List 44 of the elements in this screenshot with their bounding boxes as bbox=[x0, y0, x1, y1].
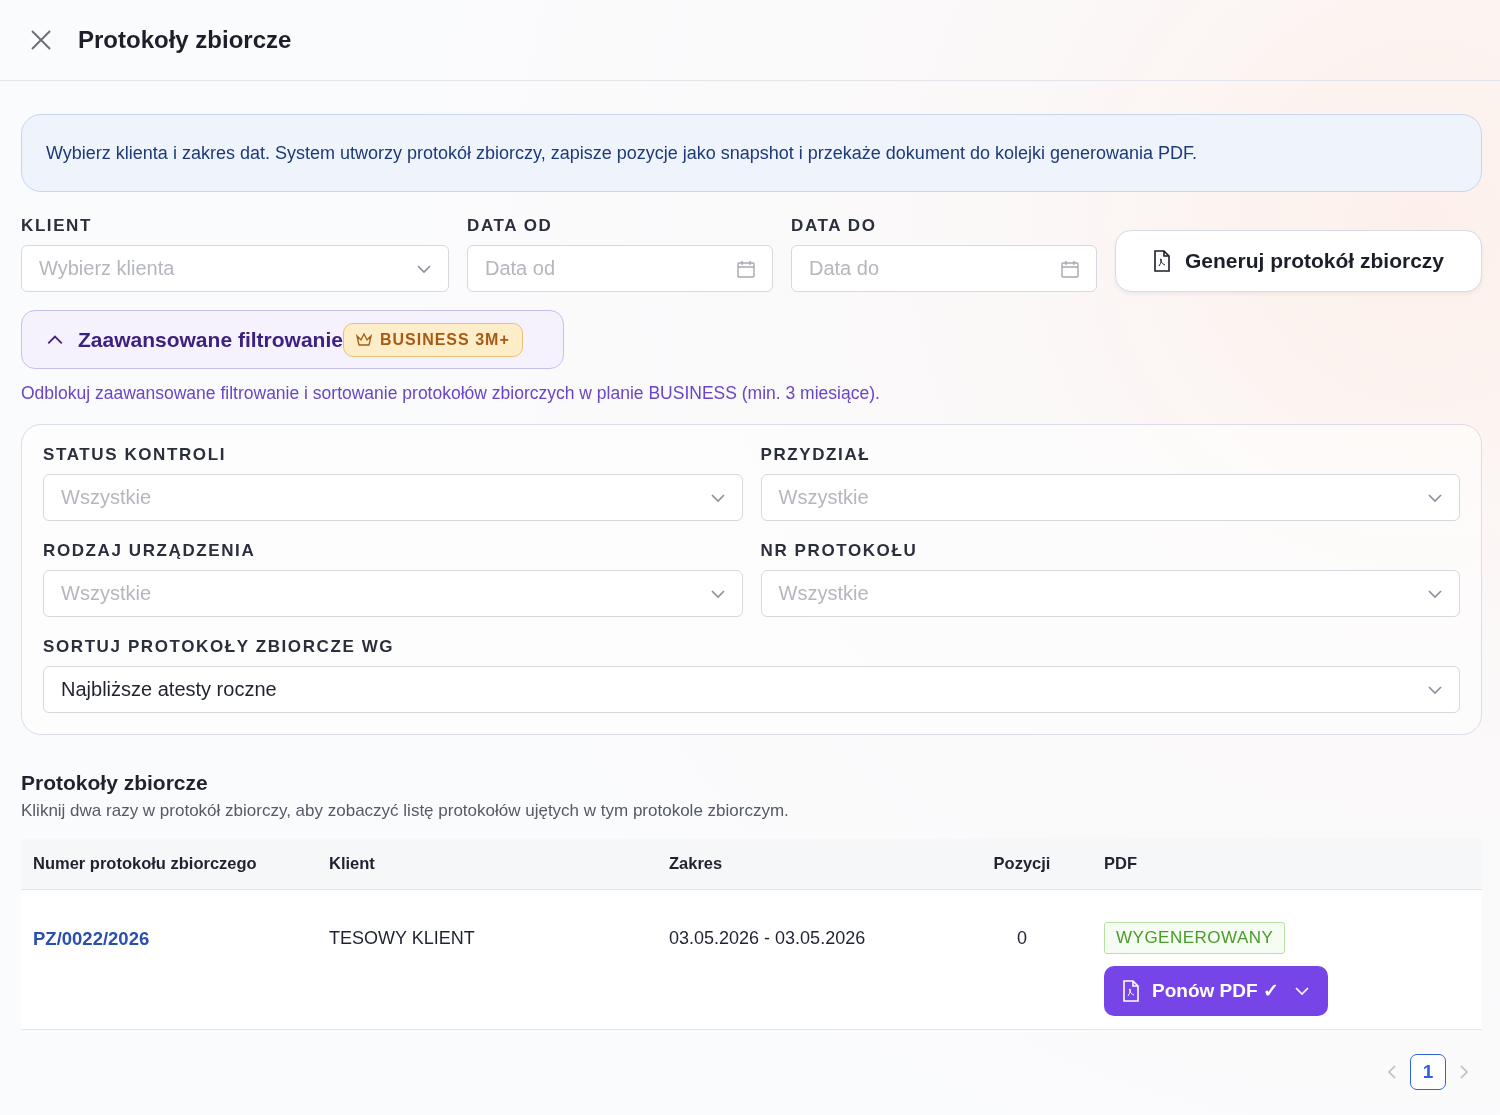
info-banner: Wybierz klienta i zakres dat. System utworzy protokół zbiorczy, zapisze pozycje jako snapshot i przekaże dokument do kolejki generowania PDF. bbox=[21, 114, 1482, 192]
column-header: PDF bbox=[1092, 839, 1482, 889]
calendar-icon bbox=[1060, 258, 1080, 279]
upgrade-note: Odblokuj zaawansowane filtrowanie i sortowanie protokołów zbiorczych w planie BUSINESS (min. 3 miesiące). bbox=[21, 383, 881, 404]
previous-page-icon[interactable] bbox=[1386, 1063, 1398, 1080]
field-label: DATA DO bbox=[791, 216, 878, 236]
close-icon[interactable] bbox=[30, 29, 52, 51]
select-field[interactable]: Wszystkie bbox=[760, 474, 1460, 521]
column-header: Klient bbox=[317, 839, 657, 889]
crown-icon bbox=[355, 332, 372, 347]
document-icon bbox=[1152, 250, 1171, 272]
select-field[interactable]: Wszystkie bbox=[760, 570, 1460, 617]
calendar-icon bbox=[736, 258, 756, 279]
section-subtitle: Kliknij dwa razy w protokół zbiorczy, aby zobaczyć listę protokołów ujętych w tym protokole zbiorczym. bbox=[21, 801, 790, 821]
next-page-icon[interactable] bbox=[1458, 1063, 1470, 1080]
date-field[interactable]: Data od bbox=[467, 245, 773, 292]
plan-badge: BUSINESS 3M+ bbox=[342, 322, 523, 357]
window-title: Protokoły zbiorcze bbox=[78, 26, 292, 54]
table-cell: TESOWY KLIENT bbox=[317, 889, 657, 1029]
select-field[interactable]: Wszystkie bbox=[43, 474, 743, 521]
field-label: STATUS KONTROLI bbox=[43, 445, 227, 465]
status-badge: WYGENEROWANY bbox=[1104, 921, 1286, 954]
select-field[interactable]: Wybierz klienta bbox=[21, 245, 449, 292]
advanced-filter-toggle[interactable]: Zaawansowane filtrowanie BUSINESS 3M+ bbox=[21, 310, 564, 369]
table-cell: 03.05.2026 - 03.05.2026 bbox=[657, 889, 952, 1029]
date-field[interactable]: Data do bbox=[791, 245, 1097, 292]
regenerate-pdf-button[interactable]: Ponów PDF ✓ bbox=[1104, 965, 1328, 1016]
field-label: SORTUJ PROTOKOŁY ZBIORCZE WG bbox=[43, 637, 396, 657]
column-header: Pozycji bbox=[952, 839, 1092, 889]
document-icon bbox=[1122, 979, 1140, 1002]
select-field[interactable]: Wszystkie bbox=[43, 570, 743, 617]
table-cell: 0 bbox=[952, 889, 1092, 1029]
select-field[interactable]: Najbliższe atesty roczne bbox=[43, 666, 1460, 713]
page-button[interactable]: 1 bbox=[1410, 1053, 1446, 1090]
field-label: PRZYDZIAŁ bbox=[760, 445, 872, 465]
protocol-link[interactable]: PZ/0022/2026 bbox=[33, 927, 150, 949]
column-header: Numer protokołu zbiorczego bbox=[21, 839, 317, 889]
generate-button[interactable]: Generuj protokół zbiorczy bbox=[1115, 230, 1482, 292]
field-label: RODZAJ URZĄDZENIA bbox=[43, 541, 257, 561]
column-header: Zakres bbox=[657, 839, 952, 889]
section-title: Protokoły zbiorcze bbox=[21, 771, 209, 795]
field-label: NR PROTOKOŁU bbox=[760, 541, 919, 561]
field-label: KLIENT bbox=[21, 216, 93, 236]
field-label: DATA OD bbox=[467, 216, 554, 236]
